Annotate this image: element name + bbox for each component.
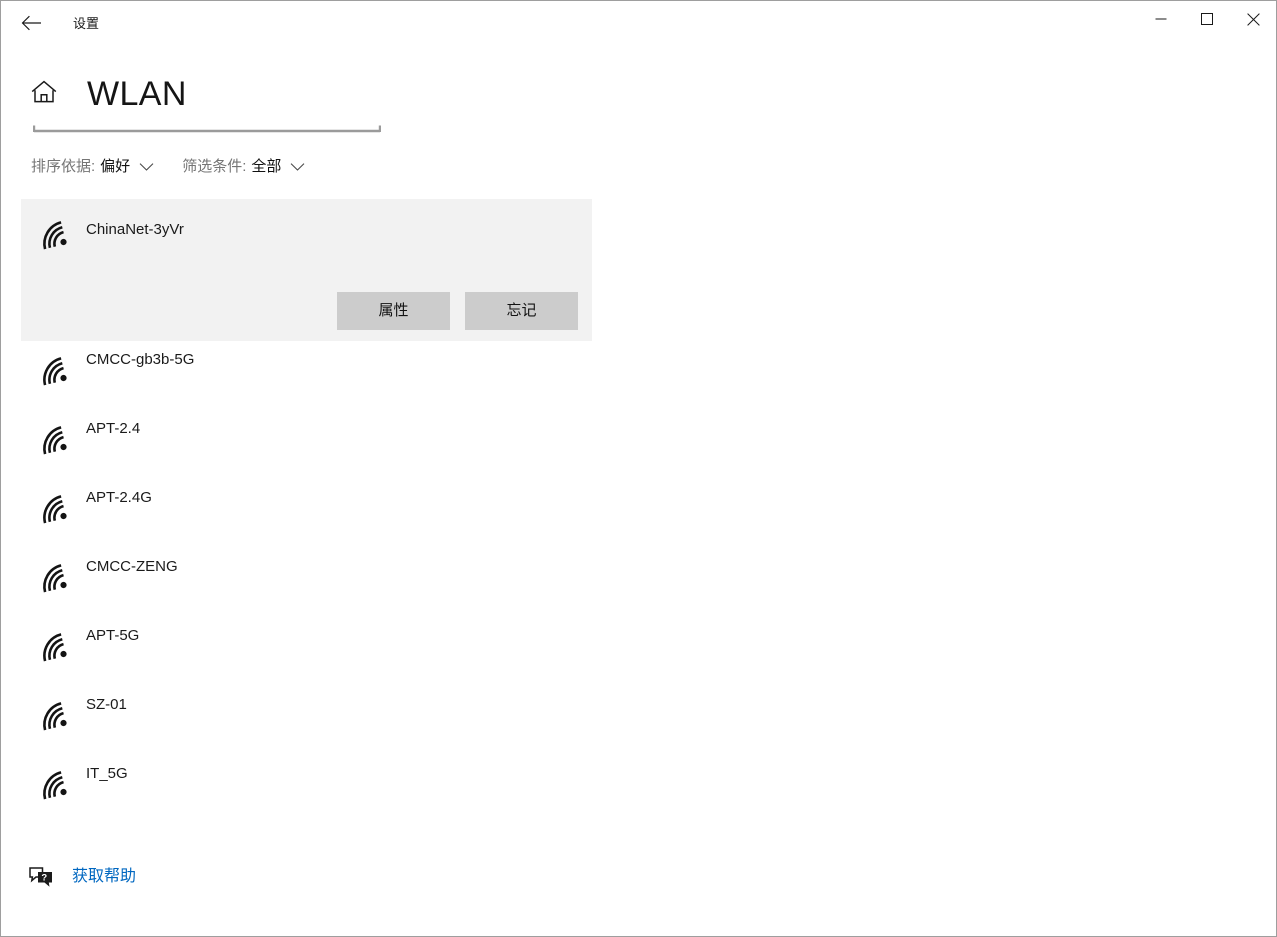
title-bar: 设置 [1,1,1276,45]
network-item[interactable]: APT-2.4G [21,479,592,548]
network-ssid: ChinaNet-3yVr [86,221,184,238]
sort-filter-row: 排序依据: 偏好 筛选条件: 全部 [31,159,305,174]
network-ssid: CMCC-gb3b-5G [86,351,195,368]
wifi-signal-full-icon [34,625,78,669]
sort-by-dropdown[interactable]: 排序依据: 偏好 [31,159,154,174]
network-action-buttons: 属性 忘记 [21,292,592,330]
network-ssid: CMCC-ZENG [86,558,178,575]
network-ssid: APT-5G [86,627,140,644]
network-item[interactable]: SZ-01 [21,686,592,755]
chevron-down-icon [290,162,305,172]
filter-by-label: 筛选条件: [182,158,247,175]
wifi-signal-full-icon [34,349,78,393]
minimize-button[interactable] [1138,1,1184,37]
back-arrow-icon [21,14,43,32]
network-item-selected[interactable]: ChinaNet-3yVr 属性 忘记 [21,199,592,341]
get-help-link[interactable]: ? 获取帮助 [28,863,136,891]
maximize-icon [1201,13,1213,25]
maximize-button[interactable] [1184,1,1230,37]
filter-by-value: 全部 [251,158,282,175]
app-title: 设置 [73,15,100,31]
help-question-bubble-icon: ? [28,863,56,891]
sort-by-value: 偏好 [100,158,131,175]
network-ssid: APT-2.4 [86,420,141,437]
network-ssid: SZ-01 [86,696,127,713]
back-button[interactable] [9,7,55,39]
network-item[interactable]: APT-2.4 [21,410,592,479]
properties-button[interactable]: 属性 [337,292,450,330]
page-header: WLAN [1,63,1276,125]
settings-window: 设置 WLAN 排序依据: 偏好 筛选条件: 全部 ChinaNet-3yVr … [0,0,1277,937]
home-button[interactable] [31,80,57,109]
get-help-label: 获取帮助 [72,868,137,885]
network-item[interactable]: CMCC-ZENG [21,548,592,617]
minimize-icon [1155,13,1167,25]
title-underline-rule [32,120,382,133]
network-item[interactable]: IT_5G [21,755,592,824]
network-item[interactable]: CMCC-gb3b-5G [21,341,592,410]
filter-by-dropdown[interactable]: 筛选条件: 全部 [182,159,305,174]
wifi-signal-full-icon [34,763,78,807]
network-list: ChinaNet-3yVr 属性 忘记 CMCC-gb3b-5G APT-2.4… [21,199,592,824]
network-ssid: APT-2.4G [86,489,152,506]
forget-button[interactable]: 忘记 [465,292,578,330]
close-icon [1246,12,1260,26]
svg-text:?: ? [41,872,47,883]
window-caption-buttons [1138,1,1276,37]
wifi-signal-full-icon [34,694,78,738]
network-ssid: IT_5G [86,765,128,782]
wifi-signal-full-icon [34,213,78,257]
chevron-down-icon [139,162,154,172]
page-title: WLAN [87,75,187,113]
close-button[interactable] [1230,1,1276,37]
sort-by-label: 排序依据: [31,158,96,175]
network-item[interactable]: APT-5G [21,617,592,686]
wifi-signal-full-icon [34,556,78,600]
wifi-signal-full-icon [34,418,78,462]
network-item-header: ChinaNet-3yVr [21,199,592,257]
home-icon [31,80,57,109]
wifi-signal-full-icon [34,487,78,531]
